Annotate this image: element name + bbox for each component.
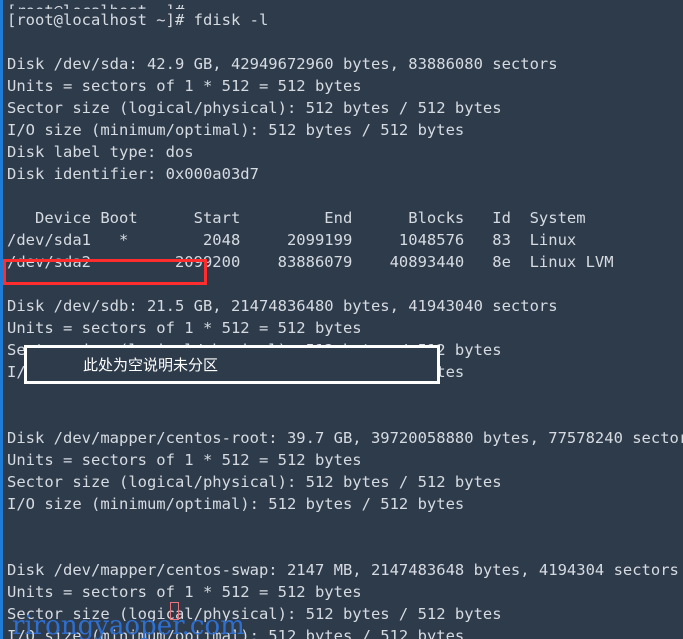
partition-table-row: /dev/sda1 * 2048 2099199 1048576 83 Linu…	[7, 231, 577, 249]
terminal-line-disk-centos-swap: Disk /dev/mapper/centos-swap: 2147 MB, 2…	[7, 561, 679, 579]
terminal-line: Disk identifier: 0x000a03d7	[7, 165, 259, 183]
terminal-line: Disk label type: dos	[7, 143, 194, 161]
terminal-line: Units = sectors of 1 * 512 = 512 bytes	[7, 319, 362, 337]
terminal-line: Sector size (logical/physical): 512 byte…	[7, 473, 502, 491]
terminal-line: I/O size (minimum/optimal): 512 bytes / …	[7, 627, 465, 639]
terminal-window[interactable]: [root@localhost ~]# [root@localhost ~]# …	[0, 0, 683, 639]
annotation-note-box: 此处为空说明未分区	[24, 345, 440, 384]
terminal-line: I/O size (minimum/optimal): 512 bytes / …	[7, 495, 465, 513]
partition-table-header: Device Boot Start End Blocks Id System	[7, 209, 586, 227]
terminal-line: Units = sectors of 1 * 512 = 512 bytes	[7, 77, 362, 95]
partition-table-row: /dev/sda2 2099200 83886079 40893440 8e L…	[7, 253, 614, 271]
annotation-note-text: 此处为空说明未分区	[83, 355, 219, 374]
terminal-line: I/O size (minimum/optimal): 512 bytes / …	[7, 121, 465, 139]
terminal-line: [root@localhost ~]#	[7, 0, 683, 9]
terminal-cursor	[170, 602, 179, 620]
terminal-line: Sector size (logical/physical): 512 byte…	[7, 99, 502, 117]
terminal-line: Sector size (logical/physical): 512 byte…	[7, 605, 502, 623]
terminal-line-disk-sda: Disk /dev/sda: 42.9 GB, 42949672960 byte…	[7, 55, 558, 73]
terminal-line-disk-sdb: Disk /dev/sdb: 21.5 GB, 21474836480 byte…	[7, 297, 558, 315]
terminal-line-command-prompt: [root@localhost ~]# fdisk -l	[7, 11, 269, 29]
terminal-line: Units = sectors of 1 * 512 = 512 bytes	[7, 583, 362, 601]
terminal-output: [root@localhost ~]# [root@localhost ~]# …	[0, 0, 683, 639]
terminal-line: Units = sectors of 1 * 512 = 512 bytes	[7, 451, 362, 469]
terminal-line-disk-centos-root: Disk /dev/mapper/centos-root: 39.7 GB, 3…	[7, 429, 683, 447]
